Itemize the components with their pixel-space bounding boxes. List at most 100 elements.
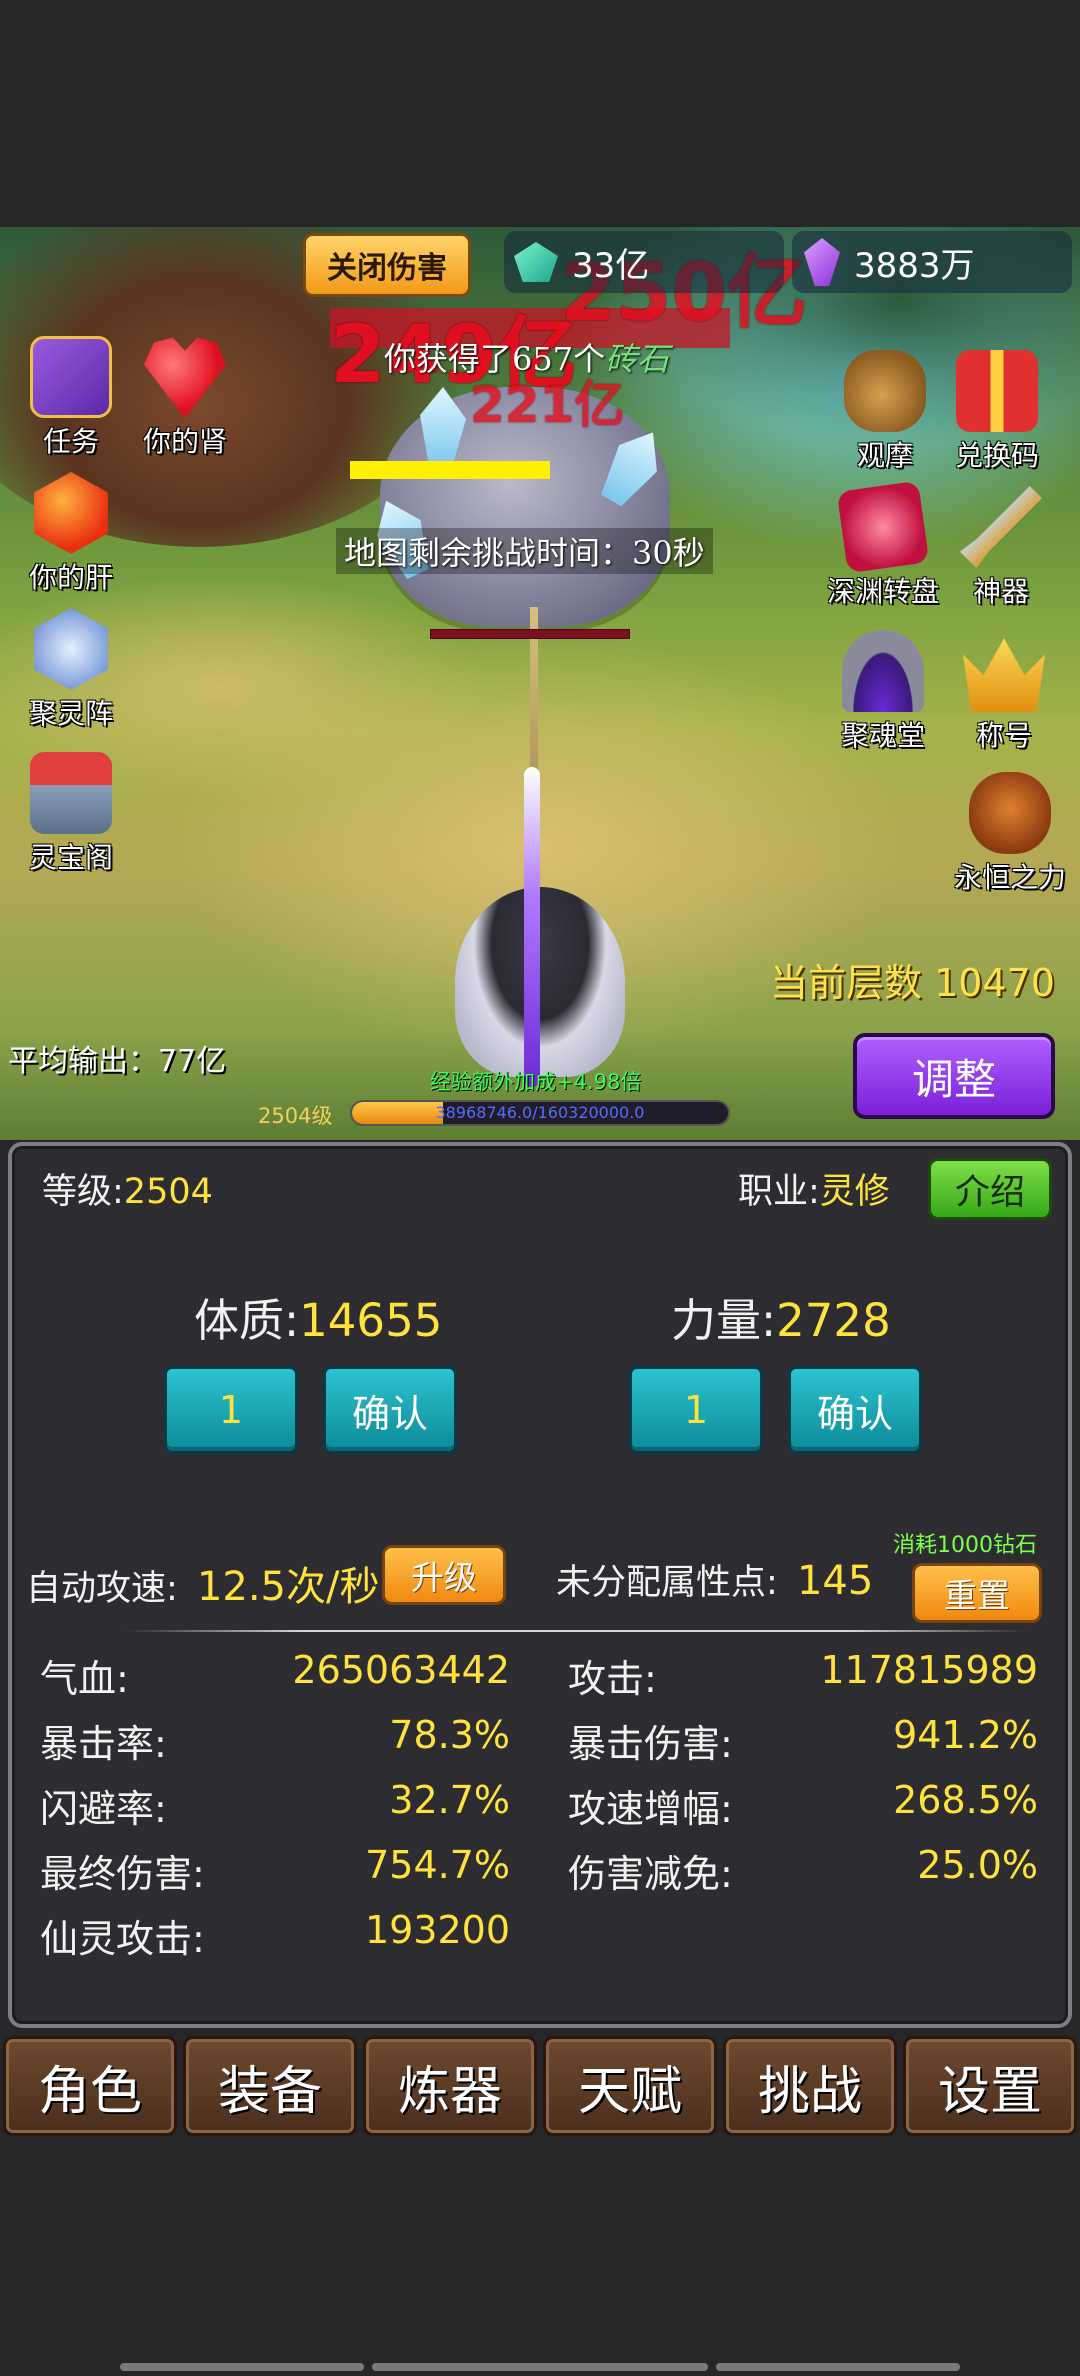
strength-row: 力量:2728	[671, 1284, 891, 1349]
title-menu-item[interactable]: 称号	[939, 630, 1069, 754]
tab-forge[interactable]: 炼器	[363, 2036, 537, 2136]
crystal-value: 3883万	[854, 245, 975, 286]
red-crystal-icon	[34, 472, 108, 554]
stat-value: 941.2%	[893, 1713, 1038, 1757]
stat-value: 754.7%	[365, 1843, 510, 1887]
eternal-power-menu-item[interactable]: 永恒之力	[945, 772, 1075, 896]
shop-icon	[30, 752, 112, 834]
class-label: 职业:	[738, 1172, 820, 1212]
exp-text: 38968746.0/160320000.0	[435, 1103, 645, 1122]
gesture-bar[interactable]	[716, 2363, 960, 2371]
quest-menu-item[interactable]: 任务	[6, 336, 136, 460]
reset-cost: 消耗1000钻石	[893, 1533, 1037, 1558]
stat-value: 117815989	[820, 1648, 1038, 1692]
player-character	[455, 887, 625, 1077]
strength-amount-input[interactable]: 1	[629, 1366, 763, 1454]
skull-icon	[969, 772, 1051, 854]
crystal-icon	[804, 238, 840, 286]
bottom-tab-bar: 角色 装备 炼器 天赋 挑战 设置	[0, 2036, 1080, 2142]
current-floor: 当前层数 10470	[770, 961, 1055, 1005]
stat-label: 暴击伤害:	[568, 1722, 733, 1766]
title-label: 称号	[975, 719, 1032, 752]
reset-button[interactable]: 重置	[912, 1563, 1042, 1623]
gift-box-icon	[956, 350, 1038, 432]
gem-icon	[514, 242, 558, 282]
intro-button[interactable]: 介绍	[928, 1158, 1052, 1220]
unassigned-points-row: 未分配属性点: 145	[556, 1554, 873, 1605]
upgrade-button[interactable]: 升级	[382, 1545, 506, 1605]
redeem-code-menu-item[interactable]: 兑换码	[932, 350, 1062, 474]
liver-menu-item[interactable]: 你的肝	[6, 472, 136, 596]
stat-crit-damage: 暴击伤害: 941.2%	[568, 1713, 1038, 1766]
stat-label: 仙灵攻击:	[40, 1917, 205, 1961]
class-value: 灵修	[819, 1172, 890, 1212]
soul-hall-label: 聚魂堂	[840, 719, 925, 752]
average-output: 平均输出：77亿	[8, 1044, 227, 1079]
abyss-wheel-menu-item[interactable]: 深渊转盘	[818, 480, 948, 610]
close-damage-button[interactable]: 关闭伤害	[303, 233, 471, 297]
stat-value: 32.7%	[389, 1778, 510, 1822]
attack-speed-value: 12.5次/秒	[196, 1564, 380, 1610]
tab-challenge[interactable]: 挑战	[723, 2036, 897, 2136]
stat-attack-speed-bonus: 攻速增幅: 268.5%	[568, 1778, 1038, 1831]
constitution-amount-input[interactable]: 1	[164, 1366, 298, 1454]
sword-icon	[960, 486, 1042, 568]
artifact-menu-item[interactable]: 神器	[936, 486, 1066, 610]
constitution-confirm-button[interactable]: 确认	[323, 1366, 457, 1454]
stat-value: 265063442	[292, 1648, 510, 1692]
strength-confirm-button[interactable]: 确认	[788, 1366, 922, 1454]
stat-spirit-attack: 仙灵攻击: 193200	[40, 1908, 510, 1961]
constitution-row: 体质:14655	[194, 1284, 442, 1349]
adjust-button[interactable]: 调整	[853, 1033, 1055, 1119]
treasure-shop-label: 灵宝阁	[28, 841, 113, 874]
stat-label: 暴击率:	[40, 1722, 167, 1766]
stat-attack: 攻击: 117815989	[568, 1648, 1038, 1701]
gesture-bar[interactable]	[372, 2363, 708, 2371]
level-row: 等级:2504	[42, 1163, 213, 1214]
eternal-power-label: 永恒之力	[953, 861, 1066, 894]
stat-damage-reduction: 伤害减免: 25.0%	[568, 1843, 1038, 1896]
gem-counter: 33亿	[504, 231, 784, 293]
stat-label: 闪避率:	[40, 1787, 167, 1831]
soul-hall-menu-item[interactable]: 聚魂堂	[818, 630, 948, 754]
flying-sword	[524, 767, 540, 1087]
attack-speed-label: 自动攻速:	[26, 1569, 178, 1609]
tab-talent[interactable]: 天赋	[543, 2036, 717, 2136]
spirit-array-icon	[34, 608, 108, 690]
tab-character[interactable]: 角色	[3, 2036, 177, 2136]
reward-notice: 你获得了657个砖石	[384, 334, 669, 380]
unassigned-value: 145	[796, 1558, 874, 1604]
observe-label: 观摩	[856, 439, 913, 472]
redeem-code-label: 兑换码	[954, 439, 1039, 472]
stat-final-damage: 最终伤害: 754.7%	[40, 1843, 510, 1896]
exp-bar: 38968746.0/160320000.0	[350, 1100, 730, 1126]
stat-label: 攻击:	[568, 1657, 657, 1701]
stat-hp: 气血: 265063442	[40, 1648, 510, 1701]
quest-book-icon	[30, 336, 112, 418]
soul-gate-icon	[842, 630, 924, 712]
spirit-array-menu-item[interactable]: 聚灵阵	[6, 608, 136, 732]
kidney-menu-item[interactable]: 你的肾	[120, 336, 250, 460]
player-level-small: 2504级	[258, 1104, 333, 1128]
liver-label: 你的肝	[28, 561, 113, 594]
kidney-label: 你的肾	[142, 425, 227, 458]
observe-menu-item[interactable]: 观摩	[820, 350, 950, 474]
tab-equipment[interactable]: 装备	[183, 2036, 357, 2136]
level-value: 2504	[123, 1172, 213, 1212]
stat-value: 268.5%	[893, 1778, 1038, 1822]
attack-speed-row: 自动攻速: 12.5次/秒	[26, 1554, 379, 1612]
heart-icon	[144, 337, 226, 418]
constitution-value: 14655	[299, 1294, 443, 1347]
treasure-shop-menu-item[interactable]: 灵宝阁	[6, 752, 136, 876]
enemy-shield-bar	[350, 461, 550, 479]
divider	[126, 1630, 1026, 1632]
crystal-counter: 3883万	[792, 231, 1072, 293]
gesture-bar[interactable]	[120, 2363, 364, 2371]
stat-value: 25.0%	[917, 1843, 1038, 1887]
stat-value: 78.3%	[389, 1713, 510, 1757]
gem-value: 33亿	[572, 245, 650, 286]
timer-notice: 地图剩余挑战时间：30秒	[336, 528, 713, 574]
stat-label: 攻速增幅:	[568, 1787, 733, 1831]
strength-value: 2728	[776, 1294, 891, 1347]
tab-settings[interactable]: 设置	[903, 2036, 1077, 2136]
